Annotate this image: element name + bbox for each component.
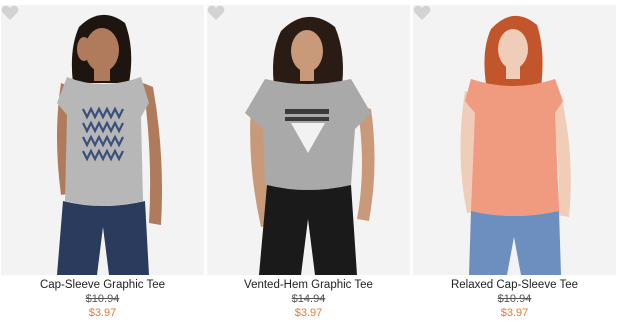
model-photo — [245, 16, 375, 275]
product-card[interactable]: Cap-Sleeve Graphic Tee $10.94 $3.97 — [1, 5, 204, 327]
product-name[interactable]: Vented-Hem Graphic Tee — [207, 279, 410, 291]
product-image[interactable] — [413, 5, 616, 275]
heart-icon[interactable] — [207, 5, 225, 21]
product-image[interactable] — [207, 5, 410, 275]
product-card[interactable]: Vented-Hem Graphic Tee $14.94 $3.97 — [207, 5, 410, 327]
product-name[interactable]: Relaxed Cap-Sleeve Tee — [413, 279, 616, 291]
heart-icon[interactable] — [413, 5, 431, 21]
original-price: $14.94 — [291, 293, 326, 305]
model-photo — [57, 14, 162, 275]
original-price: $10.94 — [497, 293, 532, 305]
product-image[interactable] — [1, 5, 204, 275]
product-name[interactable]: Cap-Sleeve Graphic Tee — [1, 279, 204, 291]
original-price: $10.94 — [85, 293, 120, 305]
sale-price: $3.97 — [500, 307, 529, 319]
product-grid: Cap-Sleeve Graphic Tee $10.94 $3.97 Vent… — [0, 0, 617, 330]
model-photo — [460, 15, 571, 275]
sale-price: $3.97 — [88, 307, 117, 319]
sale-price: $3.97 — [294, 307, 323, 319]
product-card[interactable]: Relaxed Cap-Sleeve Tee $10.94 $3.97 — [413, 5, 616, 327]
heart-icon[interactable] — [1, 5, 19, 21]
